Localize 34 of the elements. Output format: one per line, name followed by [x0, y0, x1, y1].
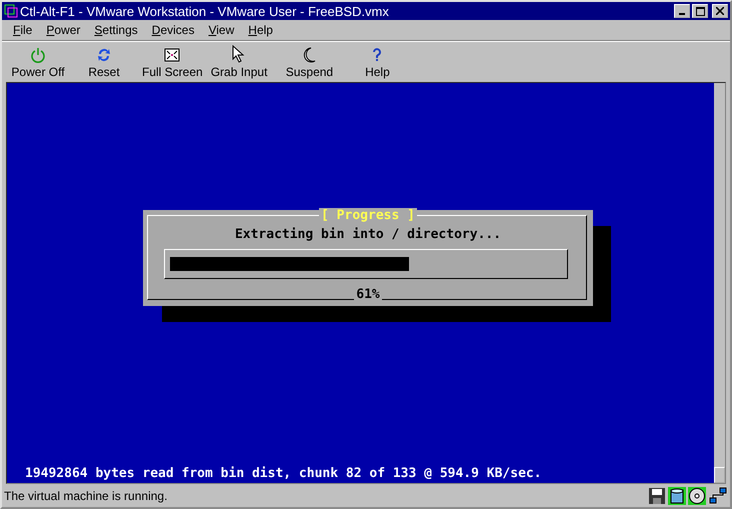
floppy-icon — [648, 487, 666, 505]
minimize-button[interactable] — [674, 4, 690, 18]
cd-icon — [688, 487, 706, 505]
window-title: Ctl-Alt-F1 - VMware Workstation - VMware User - FreeBSD.vmx — [20, 4, 390, 18]
refresh-icon — [96, 46, 112, 62]
menu-item[interactable]: File — [6, 23, 40, 37]
status-text: The virtual machine is running. — [4, 489, 168, 503]
close-icon — [716, 7, 724, 15]
toolbar-button[interactable]: Reset — [70, 42, 138, 78]
toolbar-button[interactable]: Help — [347, 42, 408, 78]
toolbar-button[interactable]: Grab Input — [206, 42, 272, 78]
power-icon — [30, 46, 46, 62]
question-icon — [371, 46, 384, 62]
dialog-title: [ Progress ] — [319, 208, 417, 223]
scrollbar[interactable] — [714, 83, 725, 483]
menu-item[interactable]: View — [201, 23, 242, 37]
app-icon — [4, 4, 18, 18]
fullscreen-icon — [164, 46, 180, 62]
maximize-button[interactable] — [692, 4, 708, 18]
console-status-line: 19492864 bytes read from bin dist, chunk 82 of 133 @ 594.9 KB/sec. — [25, 466, 542, 481]
menu-item[interactable]: Help — [241, 23, 280, 37]
menu-item[interactable]: Devices — [144, 23, 202, 37]
menu-item[interactable]: Power — [39, 23, 88, 37]
moon-icon — [302, 46, 316, 62]
menu-item[interactable]: Settings — [87, 23, 145, 37]
close-button[interactable] — [712, 4, 728, 18]
progress-percent: 61% — [354, 287, 382, 302]
maximize-icon — [696, 6, 704, 16]
progress-message: Extracting bin into / directory... — [234, 227, 502, 242]
toolbar-button[interactable]: Full Screen — [138, 42, 207, 78]
toolbar-button[interactable]: Power Off — [6, 42, 70, 78]
disk-icon — [668, 487, 686, 505]
network-icon — [708, 487, 728, 505]
toolbar-button[interactable]: Suspend — [271, 42, 348, 78]
